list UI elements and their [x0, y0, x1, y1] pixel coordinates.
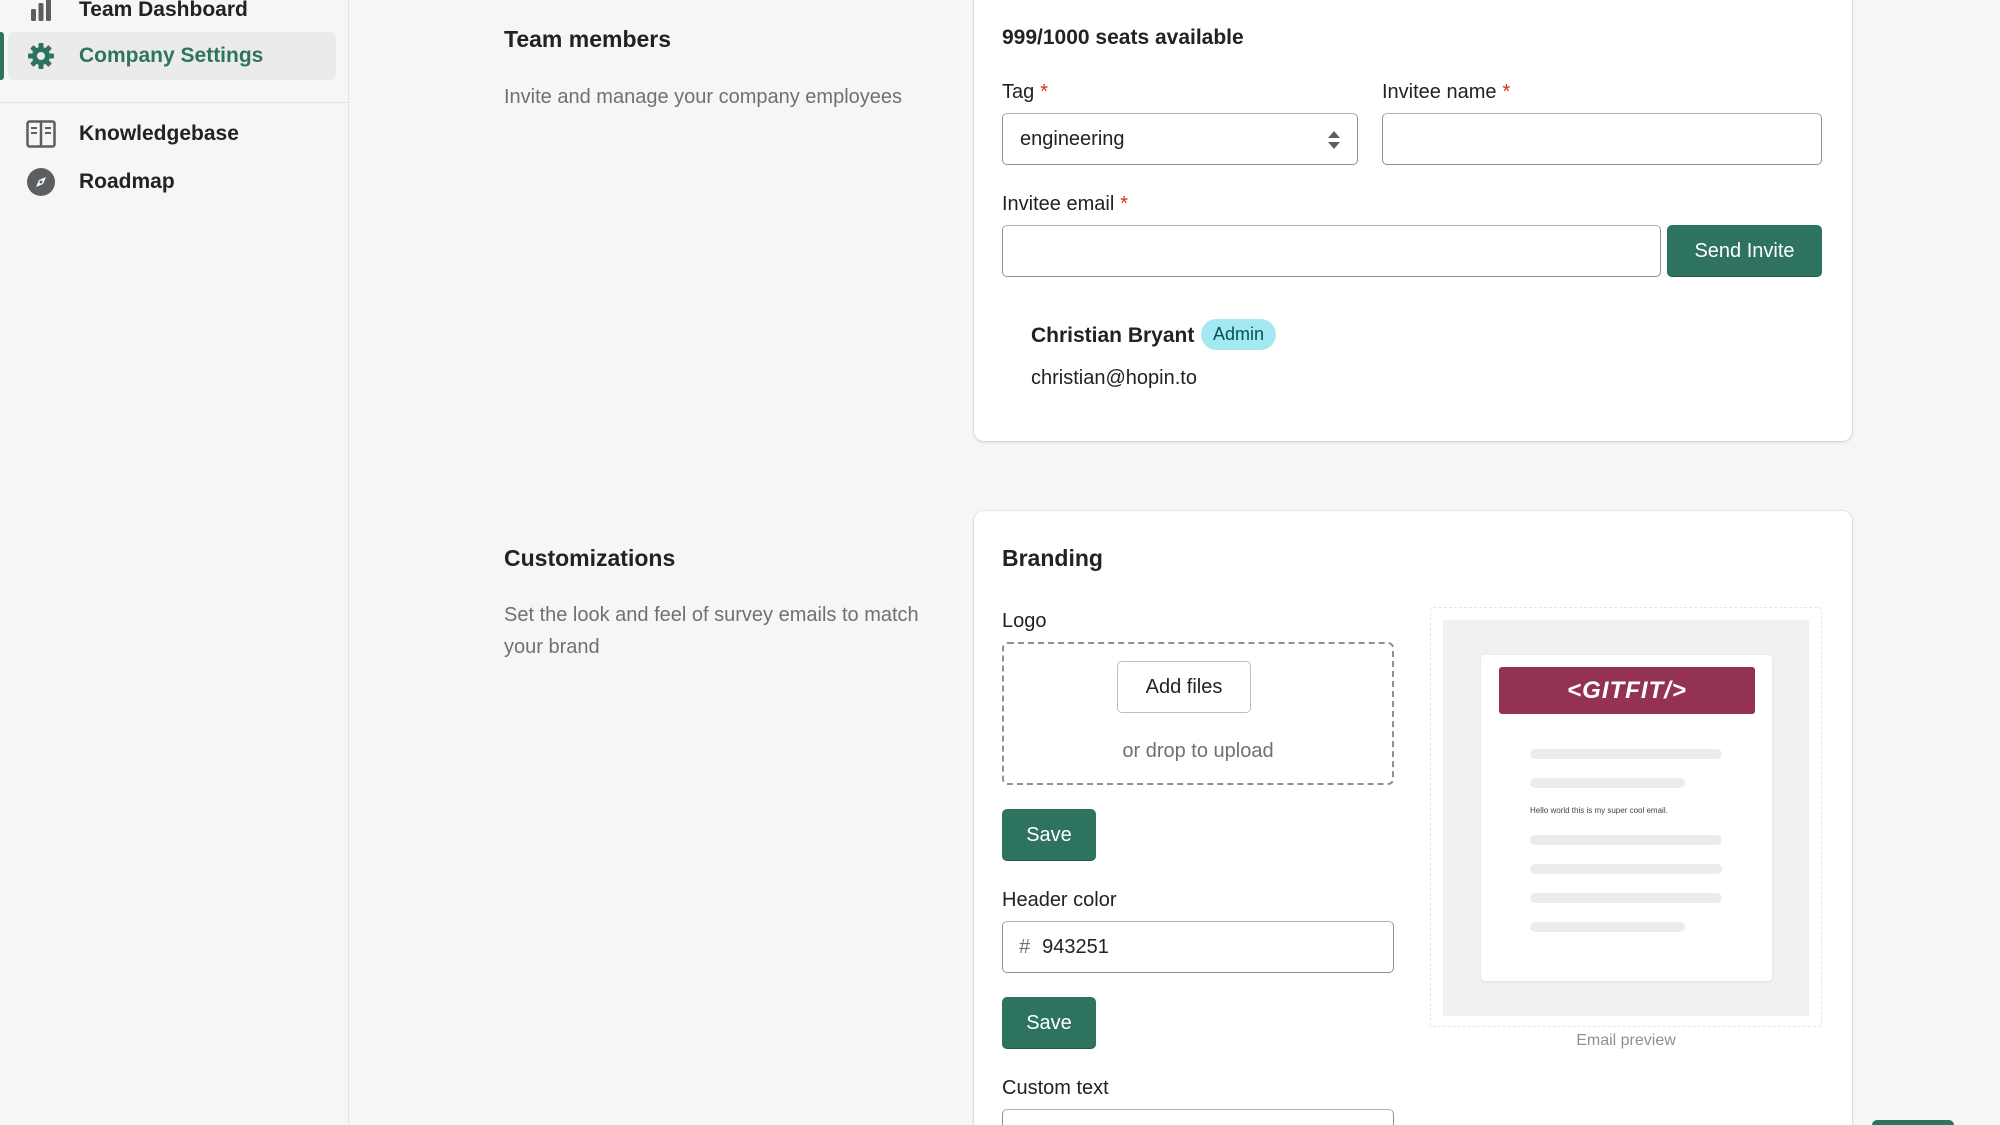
preview-placeholder-line: [1530, 778, 1685, 788]
sidebar-item-label: Roadmap: [79, 170, 175, 193]
compass-icon: [26, 167, 56, 197]
sidebar-item-label: Company Settings: [79, 44, 264, 67]
sidebar: Team Dashboard Company Settings Knowledg…: [0, 0, 349, 1125]
sidebar-item-label: Knowledgebase: [79, 122, 239, 145]
team-members-title: Team members: [504, 26, 672, 52]
email-preview-caption: Email preview: [1576, 1032, 1676, 1049]
invitee-name-label: Invitee name *: [1382, 81, 1511, 103]
sidebar-item-knowledgebase[interactable]: Knowledgebase: [8, 110, 336, 158]
sidebar-item-roadmap[interactable]: Roadmap: [8, 158, 336, 206]
customizations-title: Customizations: [504, 545, 676, 571]
sidebar-item-company-settings[interactable]: Company Settings: [8, 32, 336, 80]
active-indicator: [0, 32, 4, 80]
required-marker: *: [1120, 193, 1129, 215]
select-arrows-icon: [1327, 130, 1341, 156]
preview-placeholder-line: [1530, 864, 1722, 874]
preview-placeholder-line: [1530, 749, 1722, 759]
preview-placeholder-line: [1530, 835, 1722, 845]
email-preview-header: <GITFIT/>: [1499, 667, 1755, 714]
header-color-value: 943251: [1042, 935, 1109, 958]
tag-select-value: engineering: [1020, 127, 1125, 150]
invitee-name-input[interactable]: [1382, 113, 1822, 165]
tag-select[interactable]: engineering: [1002, 113, 1358, 165]
preview-body-text: Hello world this is my super cool email.: [1530, 806, 1668, 815]
seats-available: 999/1000 seats available: [1002, 26, 1244, 49]
save-header-color-button[interactable]: Save: [1002, 997, 1096, 1049]
custom-text-label: Custom text: [1002, 1077, 1109, 1099]
admin-badge: Admin: [1201, 319, 1277, 350]
logo-label: Logo: [1002, 610, 1047, 632]
required-marker: *: [1502, 81, 1511, 103]
gear-icon: [26, 41, 56, 71]
bar-chart-icon: [26, 0, 56, 25]
custom-text-input[interactable]: [1002, 1109, 1394, 1125]
invitee-email-input[interactable]: [1002, 225, 1661, 277]
sidebar-item-team-dashboard[interactable]: Team Dashboard: [8, 0, 336, 34]
required-marker: *: [1040, 81, 1049, 103]
member-email: christian@hopin.to: [1031, 367, 1197, 389]
invitee-email-label: Invitee email *: [1002, 193, 1129, 215]
preview-placeholder-line: [1530, 922, 1685, 932]
drop-hint: or drop to upload: [1122, 740, 1274, 762]
header-color-input[interactable]: # 943251: [1002, 921, 1394, 973]
branding-title: Branding: [1002, 545, 1103, 571]
tag-label: Tag *: [1002, 81, 1049, 103]
header-color-label: Header color: [1002, 889, 1117, 911]
sidebar-divider: [0, 102, 349, 103]
preview-placeholder-line: [1530, 893, 1722, 903]
floating-action-button[interactable]: [1872, 1120, 1954, 1125]
add-files-button[interactable]: Add files: [1117, 661, 1251, 713]
member-name: Christian Bryant: [1031, 324, 1195, 347]
gitfit-logo: <GITFIT/>: [1567, 676, 1687, 704]
book-icon: [26, 119, 56, 149]
hash-prefix: #: [1019, 935, 1031, 958]
customizations-description: Set the look and feel of survey emails t…: [504, 604, 919, 658]
send-invite-button[interactable]: Send Invite: [1667, 225, 1822, 277]
team-members-description: Invite and manage your company employees: [504, 86, 903, 108]
sidebar-item-label: Team Dashboard: [79, 0, 248, 21]
save-logo-button[interactable]: Save: [1002, 809, 1096, 861]
